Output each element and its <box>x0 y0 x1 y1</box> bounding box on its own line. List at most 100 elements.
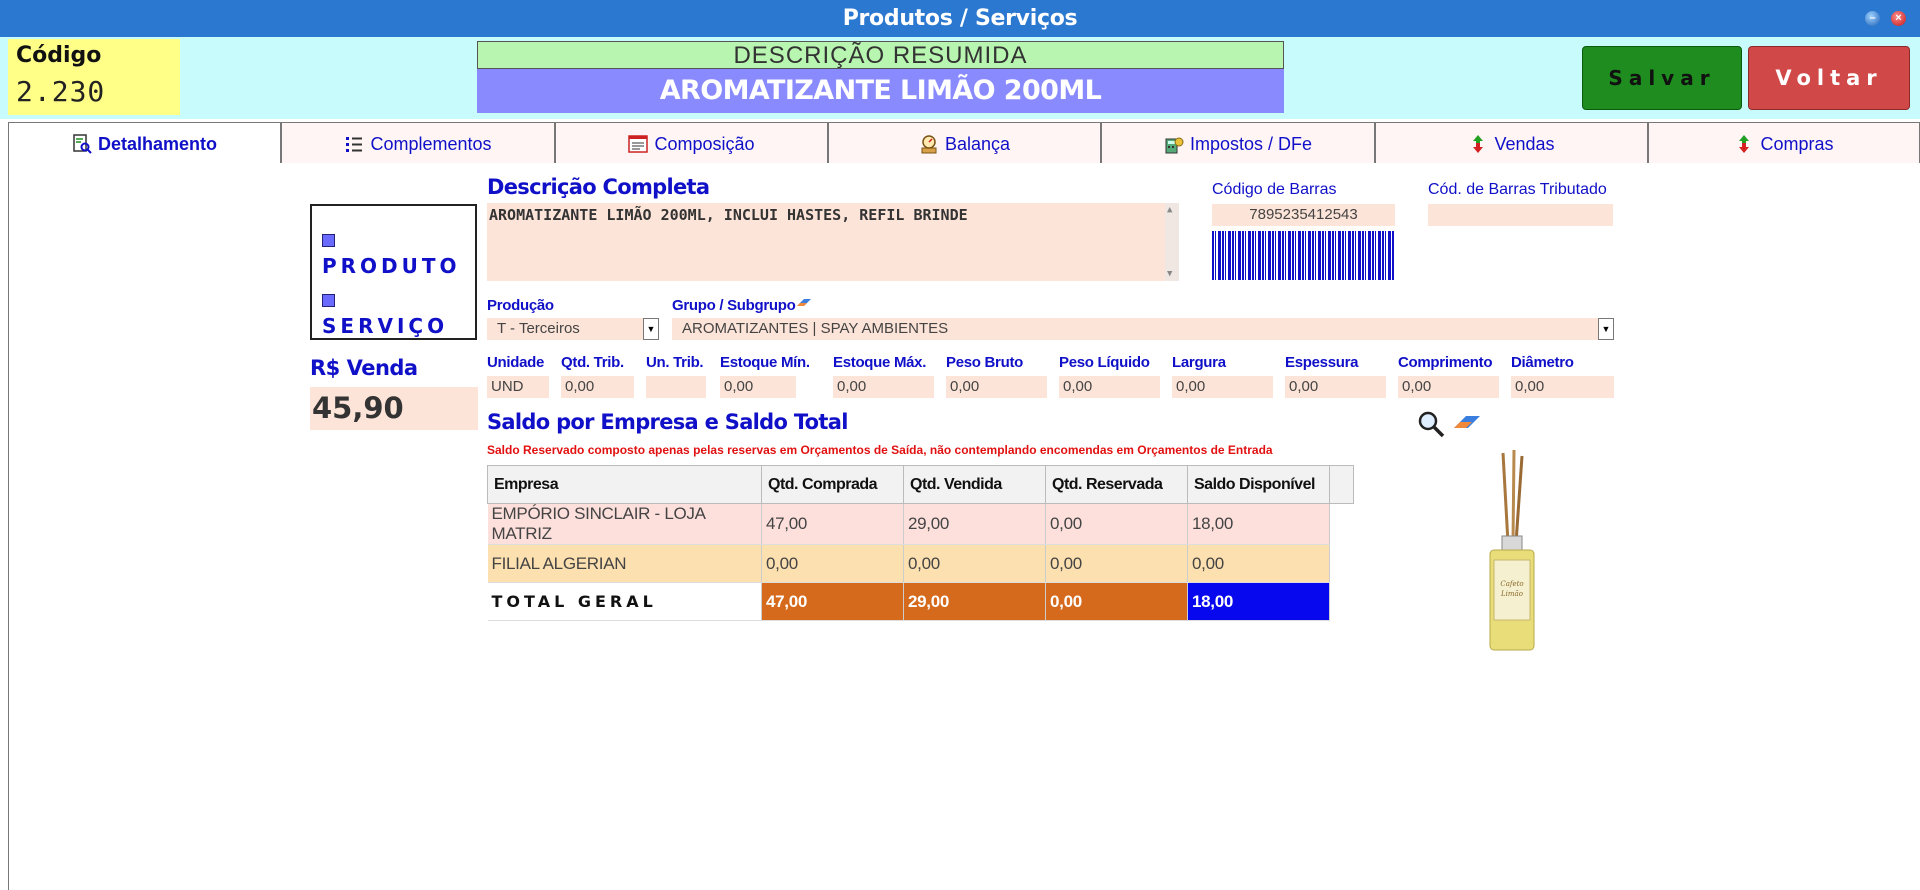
chevron-down-icon[interactable]: ▼ <box>643 318 659 340</box>
barcode-field[interactable]: 7895235412543 <box>1212 204 1395 226</box>
produto-label: PRODUTO <box>322 254 461 278</box>
scale-icon <box>921 135 937 154</box>
minimize-icon[interactable]: – <box>1865 11 1880 26</box>
tab-label: Vendas <box>1494 134 1555 154</box>
code-box: Código 2.230 <box>8 39 180 115</box>
short-description-field[interactable]: AROMATIZANTE LIMÃO 200ML <box>477 69 1284 113</box>
description-scrollbar[interactable]: ▲ ▼ <box>1165 203 1179 281</box>
tab-compras[interactable]: Compras <box>1648 122 1920 164</box>
peso-bruto-field[interactable]: 0,00 <box>946 376 1047 398</box>
type-selector: PRODUTO SERVIÇO <box>310 204 477 340</box>
tab-complementos[interactable]: Complementos <box>281 122 555 164</box>
search-icon[interactable] <box>1417 410 1445 438</box>
production-label: Produção <box>487 297 554 314</box>
row-filler <box>1329 503 1354 545</box>
total-cell: 29,00 <box>903 582 1046 621</box>
produto-option[interactable]: PRODUTO <box>322 230 475 278</box>
barcode-tributado-label: Cód. de Barras Tributado <box>1428 181 1607 198</box>
estoque-max-field[interactable]: 0,00 <box>833 376 934 398</box>
chevron-down-icon[interactable]: ▼ <box>1598 318 1614 340</box>
diametro-label: Diâmetro <box>1511 354 1574 371</box>
estoque-min-field[interactable]: 0,00 <box>720 376 796 398</box>
table-cell: 47,00 <box>761 503 904 545</box>
eraser-icon[interactable] <box>796 296 812 310</box>
header-filler <box>1329 465 1354 504</box>
table-cell: 0,00 <box>1045 544 1188 583</box>
product-label-line2: Limão <box>1500 590 1523 598</box>
un-trib-label: Un. Trib. <box>646 354 704 371</box>
total-cell: 0,00 <box>1045 582 1188 621</box>
un-trib-field[interactable] <box>646 376 706 398</box>
up-down-arrows-icon <box>1739 135 1750 153</box>
tab-balanca[interactable]: Balança <box>828 122 1101 164</box>
unidade-label: Unidade <box>487 354 545 371</box>
column-header[interactable]: Empresa <box>487 465 762 504</box>
close-icon[interactable]: × <box>1891 11 1906 26</box>
table-row[interactable]: EMPÓRIO SINCLAIR - LOJA MATRIZ 47,00 29,… <box>487 503 1354 545</box>
column-header[interactable]: Qtd. Vendida <box>903 465 1046 504</box>
diametro-field[interactable]: 0,00 <box>1511 376 1614 398</box>
group-select[interactable]: AROMATIZANTES | SPAY AMBIENTES ▼ <box>672 318 1614 340</box>
estoque-min-label: Estoque Mín. <box>720 354 810 371</box>
servico-radio-icon <box>322 294 335 307</box>
comprimento-label: Comprimento <box>1398 354 1493 371</box>
save-button[interactable]: Salvar <box>1582 46 1742 110</box>
produto-radio-icon <box>322 234 335 247</box>
column-header[interactable]: Qtd. Reservada <box>1045 465 1188 504</box>
tab-vendas[interactable]: Vendas <box>1375 122 1648 164</box>
estoque-max-label: Estoque Máx. <box>833 354 927 371</box>
scroll-down-icon[interactable]: ▼ <box>1167 269 1172 279</box>
group-label-text: Grupo / Subgrupo <box>672 297 796 314</box>
short-description-label: DESCRIÇÃO RESUMIDA <box>477 41 1284 69</box>
list-icon <box>346 137 363 152</box>
production-select[interactable]: T - Terceiros ▼ <box>487 318 659 340</box>
full-description-text: AROMATIZANTE LIMÃO 200ML, INCLUI HASTES,… <box>489 206 968 224</box>
code-label: Código <box>16 43 102 68</box>
comprimento-field[interactable]: 0,00 <box>1398 376 1499 398</box>
peso-liquido-label: Peso Líquido <box>1059 354 1150 371</box>
largura-field[interactable]: 0,00 <box>1172 376 1273 398</box>
peso-bruto-label: Peso Bruto <box>946 354 1024 371</box>
back-button[interactable]: Voltar <box>1748 46 1910 110</box>
qtd-trib-field[interactable]: 0,00 <box>561 376 634 398</box>
qtd-trib-label: Qtd. Trib. <box>561 354 624 371</box>
column-header[interactable]: Saldo Disponível <box>1187 465 1330 504</box>
total-cell: 18,00 <box>1187 582 1330 621</box>
table-cell: EMPÓRIO SINCLAIR - LOJA MATRIZ <box>487 503 762 545</box>
tab-label: Balança <box>944 134 1011 154</box>
tab-label: Compras <box>1760 134 1834 154</box>
servico-option[interactable]: SERVIÇO <box>322 290 475 338</box>
total-row: TOTAL GERAL 47,00 29,00 0,00 18,00 <box>487 582 1354 621</box>
product-label-line1: Cafeto <box>1500 580 1523 588</box>
tab-impostos-dfe[interactable]: Impostos / DFe <box>1101 122 1375 164</box>
barcode-image <box>1212 231 1395 280</box>
column-header[interactable]: Qtd. Comprada <box>761 465 904 504</box>
full-description-field[interactable]: AROMATIZANTE LIMÃO 200ML, INCLUI HASTES,… <box>487 203 1179 281</box>
table-row[interactable]: FILIAL ALGERIAN 0,00 0,00 0,00 0,00 <box>487 544 1354 583</box>
tab-bar: Detalhamento Complementos Composição Bal… <box>8 122 1920 165</box>
scroll-up-icon[interactable]: ▲ <box>1167 205 1172 215</box>
saldo-note: Saldo Reservado composto apenas pelas re… <box>487 443 1273 457</box>
tab-detalhamento[interactable]: Detalhamento <box>8 122 281 165</box>
total-label: TOTAL GERAL <box>487 582 762 621</box>
espessura-label: Espessura <box>1285 354 1359 371</box>
peso-liquido-field[interactable]: 0,00 <box>1059 376 1160 398</box>
saldo-table: Empresa Qtd. Comprada Qtd. Vendida Qtd. … <box>487 465 1354 621</box>
up-down-arrows-icon <box>1473 135 1484 153</box>
code-value: 2.230 <box>16 75 106 108</box>
total-cell: 47,00 <box>761 582 904 621</box>
unidade-field[interactable]: UND <box>487 376 549 398</box>
barcode-tributado-field[interactable] <box>1428 204 1613 226</box>
price-field[interactable]: 45,90 <box>310 387 478 430</box>
tab-composicao[interactable]: Composição <box>555 122 828 164</box>
table-header-row: Empresa Qtd. Comprada Qtd. Vendida Qtd. … <box>487 465 1354 504</box>
form-icon <box>628 135 649 153</box>
espessura-field[interactable]: 0,00 <box>1285 376 1386 398</box>
eraser-icon[interactable] <box>1452 412 1482 434</box>
group-value: AROMATIZANTES | SPAY AMBIENTES <box>682 320 949 337</box>
table-cell: FILIAL ALGERIAN <box>487 544 762 583</box>
window-titlebar: Produtos / Serviços – × <box>0 0 1920 37</box>
largura-label: Largura <box>1172 354 1226 371</box>
row-filler <box>1329 544 1354 583</box>
window-title: Produtos / Serviços <box>842 6 1078 31</box>
